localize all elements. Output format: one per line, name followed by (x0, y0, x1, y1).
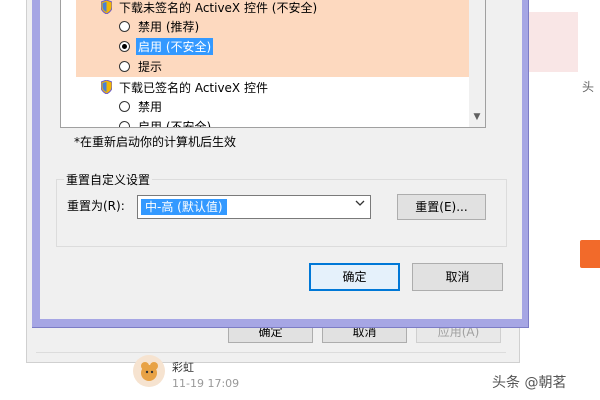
shield-icon (101, 0, 112, 14)
reset-level-value[interactable]: 中-高 (默认值) (141, 199, 227, 215)
avatar[interactable] (133, 355, 165, 387)
radio-disable-recommended[interactable] (119, 21, 130, 32)
background-edge-text: 头 (582, 80, 595, 94)
scroll-down-arrow-icon[interactable]: ▼ (469, 109, 485, 126)
feed-author-name[interactable]: 彩虹 (172, 359, 194, 375)
radio-signed-enable-unsafe[interactable] (119, 121, 130, 127)
reset-to-label: 重置为(R): (67, 199, 125, 213)
radio-signed-disable[interactable] (119, 101, 130, 112)
avatar-image (141, 362, 158, 381)
cancel-button[interactable]: 取消 (412, 263, 503, 291)
restart-note: *在重新启动你的计算机后生效 (74, 135, 237, 149)
watermark: 头条 @朝茗 (492, 375, 567, 391)
radio-label-signed-disable[interactable]: 禁用 (138, 98, 162, 115)
ok-button[interactable]: 确定 (309, 263, 400, 291)
feed-timestamp: 11-19 17:09 (172, 377, 240, 390)
shield-icon (101, 80, 112, 94)
chevron-down-icon[interactable] (355, 198, 365, 211)
radio-label-signed-enable-unsafe[interactable]: 启用 (不安全) (138, 118, 211, 127)
clipped-row-container: 启用 (不安全) (60, 116, 469, 127)
radio-label-prompt[interactable]: 提示 (138, 58, 162, 75)
list-scrollbar[interactable] (469, 0, 485, 127)
parent-divider (36, 352, 506, 353)
radio-label-disable-recommended[interactable]: 禁用 (推荐) (138, 18, 199, 35)
background-orange-tab[interactable] (580, 240, 600, 268)
reset-button[interactable]: 重置(E)... (397, 194, 486, 220)
radio-prompt[interactable] (119, 61, 130, 72)
radio-enable-unsafe[interactable] (119, 41, 130, 52)
radio-label-enable-unsafe[interactable]: 启用 (不安全) (136, 38, 214, 55)
setting-heading-unsigned-activex: 下载未签名的 ActiveX 控件 (不安全) (119, 1, 318, 15)
setting-heading-signed-activex: 下载已签名的 ActiveX 控件 (119, 81, 268, 95)
reset-group-title: 重置自定义设置 (64, 171, 153, 188)
